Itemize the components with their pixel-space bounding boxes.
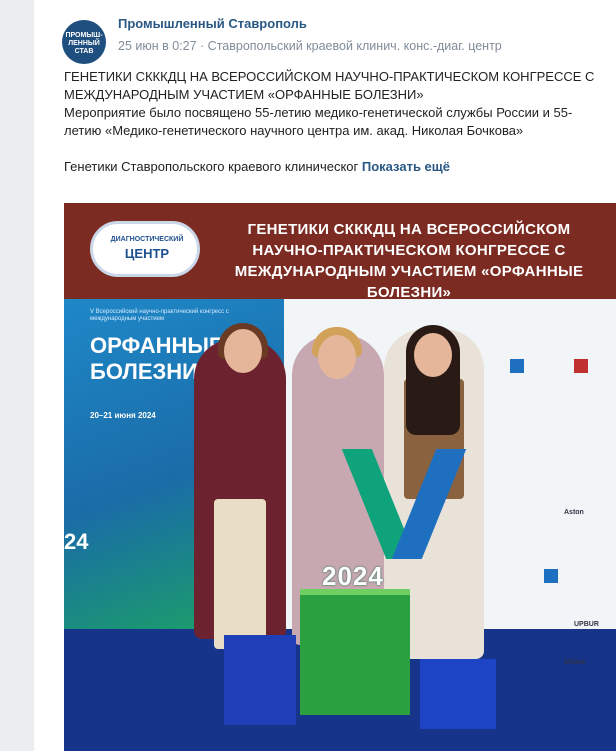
backdrop-year: 24 xyxy=(64,529,89,554)
post-photo[interactable]: ДИАГНОСТИЧЕСКИЙ ЦЕНТР ГЕНЕТИКИ СКККДЦ НА… xyxy=(64,203,616,751)
sponsor-logos: Aston UPBUR Chiesi xyxy=(504,359,616,666)
head xyxy=(224,329,262,373)
author-name[interactable]: Промышленный Ставрополь xyxy=(118,16,307,31)
sponsor-logo-square xyxy=(574,359,588,373)
sponsor-logo: UPBUR xyxy=(574,621,599,628)
trousers xyxy=(214,499,266,649)
photo-scene: V Всероссийский научно-практический конг… xyxy=(64,299,616,751)
logo-top-text: ДИАГНОСТИЧЕСКИЙ xyxy=(110,236,184,243)
green-cube xyxy=(300,595,410,715)
post-header: ПРОМЫШ-ЛЕННЫЙ СТАВ Промышленный Ставропо… xyxy=(62,10,602,64)
photo-banner: ДИАГНОСТИЧЕСКИЙ ЦЕНТР ГЕНЕТИКИ СКККДЦ НА… xyxy=(64,203,616,301)
post-card: ПРОМЫШ-ЛЕННЫЙ СТАВ Промышленный Ставропо… xyxy=(34,0,616,751)
post-title: ГЕНЕТИКИ СКККДЦ НА ВСЕРОССИЙСКОМ НАУЧНО-… xyxy=(64,69,595,102)
logo-main-text: ЦЕНТР xyxy=(124,246,170,261)
backdrop-small-text: V Всероссийский научно-практический конг… xyxy=(90,309,229,322)
backdrop-dates: 20–21 июня 2024 xyxy=(90,411,156,420)
sponsor-logo-square xyxy=(544,569,558,583)
banner-title: ГЕНЕТИКИ СКККДЦ НА ВСЕРОССИЙСКОМ НАУЧНО-… xyxy=(234,221,584,301)
blue-cube xyxy=(420,659,496,729)
sponsor-logo-square xyxy=(510,359,524,373)
head xyxy=(414,333,452,377)
congress-sign xyxy=(341,449,467,559)
post-teaser: Генетики Ставропольского краевого клинич… xyxy=(64,158,604,176)
sponsor-logo: Chiesi xyxy=(564,659,586,666)
sign-year: 2024 xyxy=(322,561,384,591)
post-text: ГЕНЕТИКИ СКККДЦ НА ВСЕРОССИЙСКОМ НАУЧНО-… xyxy=(64,68,604,176)
avatar[interactable]: ПРОМЫШ-ЛЕННЫЙ СТАВ xyxy=(62,20,106,64)
post-body: Мероприятие было посвящено 55-летию меди… xyxy=(64,105,573,138)
show-more-link[interactable]: Показать ещё xyxy=(362,159,450,174)
sponsor-logo: Aston xyxy=(564,509,584,516)
diagnostic-center-logo: ДИАГНОСТИЧЕСКИЙ ЦЕНТР xyxy=(90,221,200,277)
blue-cube xyxy=(224,635,296,725)
head xyxy=(318,335,356,379)
teaser-text: Генетики Ставропольского краевого клинич… xyxy=(64,159,359,174)
post-meta[interactable]: 25 июн в 0:27 · Ставропольский краевой к… xyxy=(118,39,502,53)
